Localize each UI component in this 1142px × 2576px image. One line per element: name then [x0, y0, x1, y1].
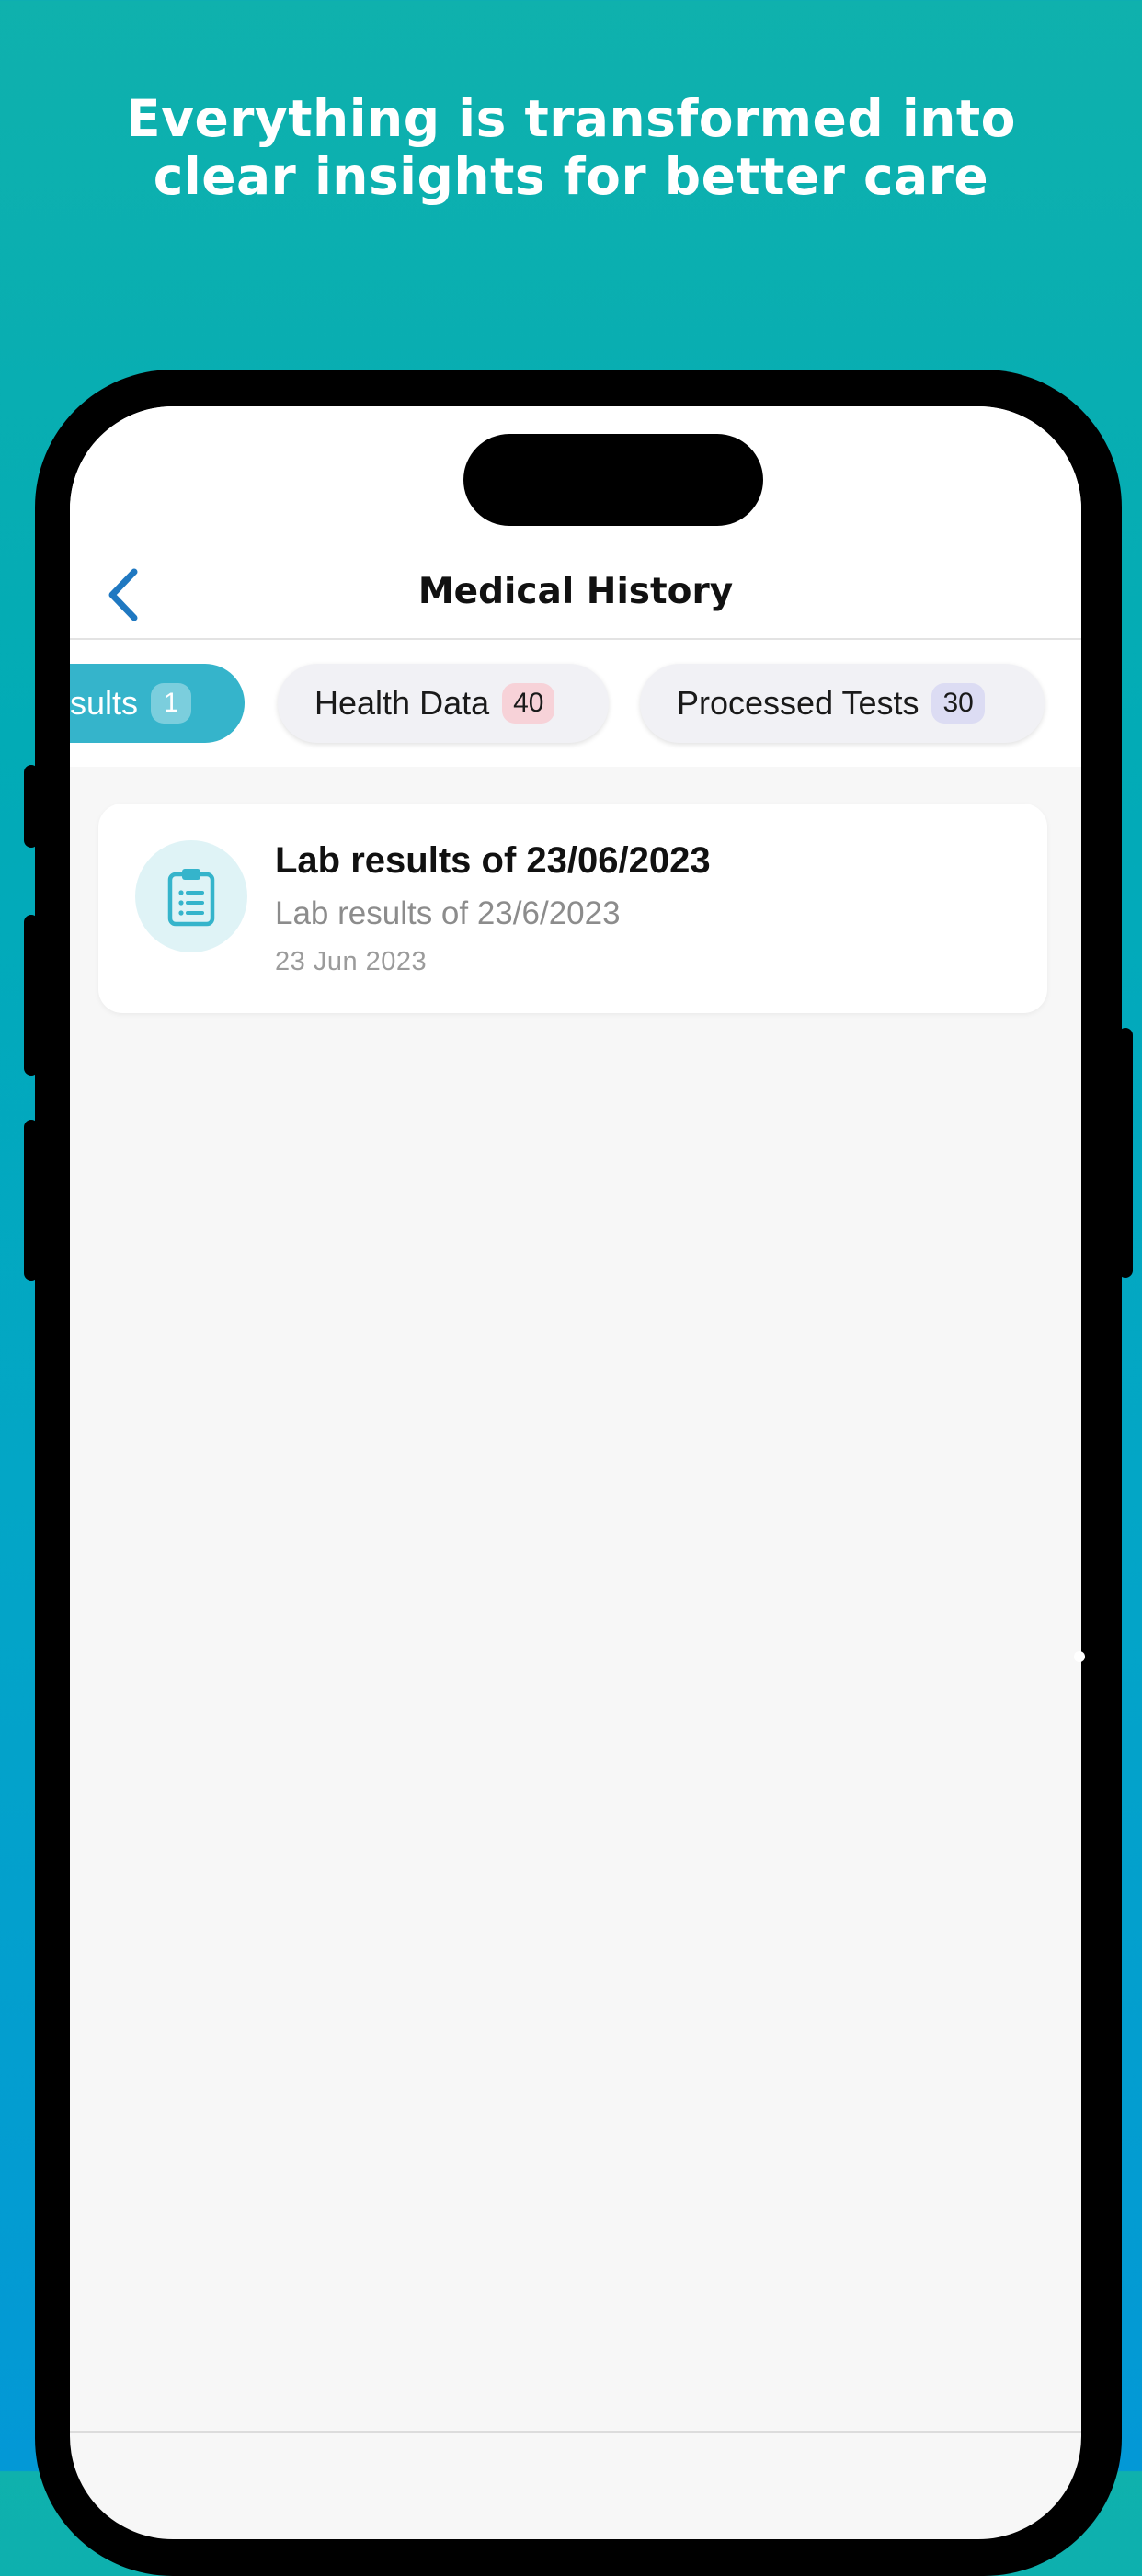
tab-count-badge: 30 [931, 683, 985, 724]
record-subtitle: Lab results of 23/6/2023 [275, 895, 621, 931]
tab-label: esults [70, 684, 139, 722]
clipboard-icon [167, 869, 215, 927]
record-title: Lab results of 23/06/2023 [275, 840, 711, 881]
tab-label: Health Data [314, 684, 490, 722]
headline-line-1: Everything is transformed into [126, 89, 1016, 148]
record-date: 23 Jun 2023 [275, 947, 428, 976]
headline-line-2: clear insights for better care [153, 147, 989, 206]
tab-lab-results[interactable]: esults 1 [70, 664, 245, 743]
tab-processed-tests[interactable]: Processed Tests 30 [640, 664, 1045, 743]
phone-frame: Medical History esults 1 Health Data 40 … [35, 370, 1122, 2576]
record-icon-circle [135, 840, 247, 952]
tab-count-badge: 1 [151, 683, 192, 724]
bottom-divider [70, 2431, 1081, 2433]
page-title: Medical History [417, 571, 734, 612]
decorative-dot [1074, 1651, 1085, 1662]
dynamic-island [463, 434, 763, 526]
marketing-headline: Everything is transformed into clear ins… [0, 90, 1142, 206]
tab-count-badge: 40 [502, 683, 555, 724]
category-tabs: esults 1 Health Data 40 Processed Tests … [70, 640, 1081, 767]
lab-result-card[interactable]: Lab results of 23/06/2023 Lab results of… [98, 804, 1047, 1013]
tab-health-data[interactable]: Health Data 40 [278, 664, 609, 743]
tab-label: Processed Tests [677, 684, 919, 722]
phone-screen: Medical History esults 1 Health Data 40 … [70, 406, 1081, 2539]
